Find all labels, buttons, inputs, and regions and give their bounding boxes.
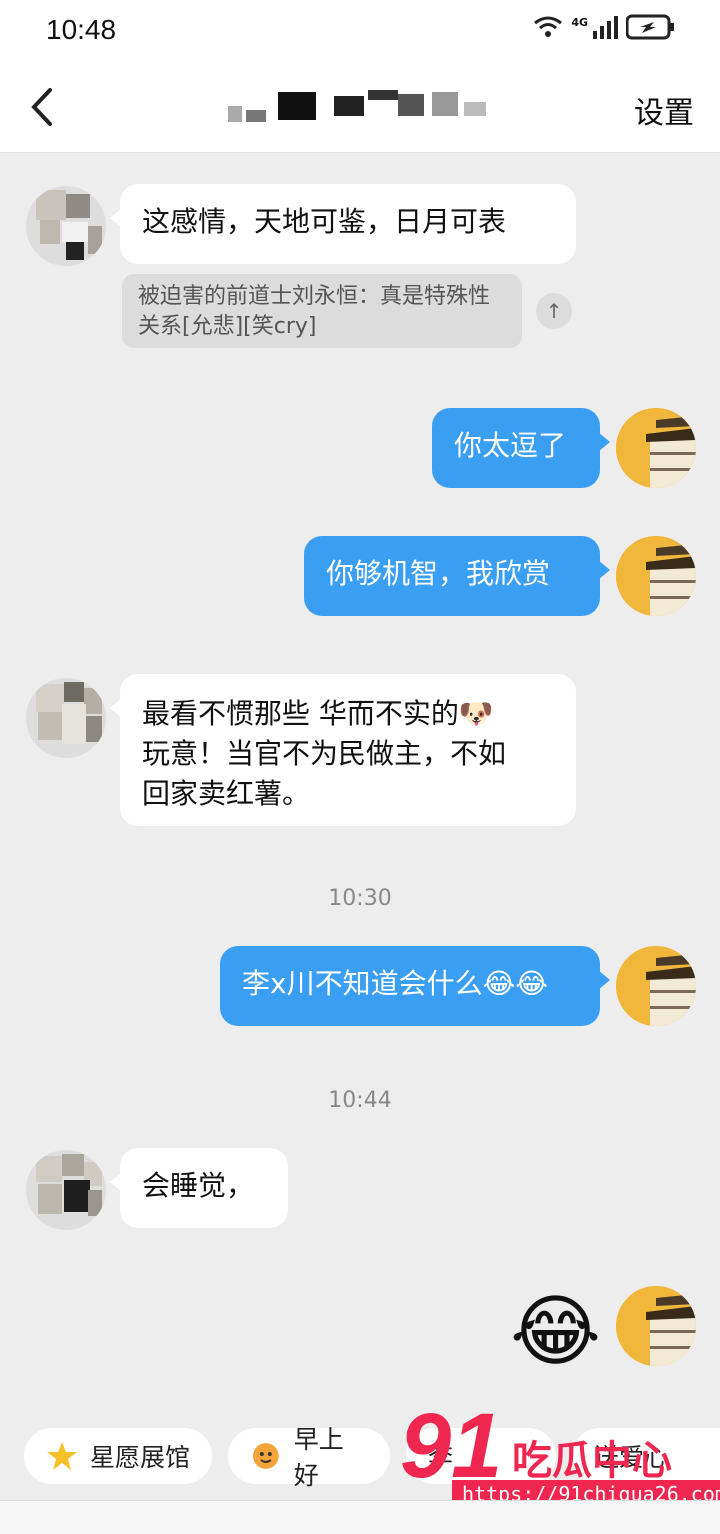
suggestion-chip[interactable]: 早上好	[228, 1425, 390, 1490]
contact-avatar[interactable]	[26, 678, 106, 758]
network-label: 4G	[571, 15, 588, 29]
suggestion-label: 星愿展馆	[90, 1443, 191, 1472]
sun-face-icon	[252, 1443, 279, 1469]
my-avatar[interactable]	[616, 946, 696, 1026]
quoted-reply[interactable]: 被迫害的前道士刘永恒：真是特殊性关系[允悲][笑cry]	[122, 274, 522, 348]
suggestion-chip[interactable]: 星愿展馆	[24, 1428, 212, 1484]
message-bubble-out[interactable]: 李x川不知道会什么😂😂	[220, 946, 610, 1026]
settings-button[interactable]: 设置	[634, 88, 694, 132]
star-icon	[47, 1442, 77, 1470]
tower-image-icon	[616, 536, 696, 616]
message-bubble-in[interactable]: 会睡觉，	[110, 1148, 288, 1228]
watermark-text: 吃瓜中心	[512, 1438, 672, 1484]
status-icons: 4G	[533, 14, 676, 40]
signal-icon	[593, 16, 618, 39]
my-avatar[interactable]	[616, 1286, 696, 1366]
my-avatar[interactable]	[616, 536, 696, 616]
battery-charging-icon	[626, 14, 674, 40]
message-bubble-in[interactable]: 最看不惯那些 华而不实的🐶 玩意！当官不为民做主，不如 回家卖红薯。	[110, 674, 576, 826]
status-bar: 10:48 4G	[0, 0, 720, 64]
wifi-icon	[534, 16, 563, 37]
tower-image-icon	[616, 946, 696, 1026]
suggestion-label: 早上好	[293, 1425, 344, 1490]
contact-avatar[interactable]	[26, 186, 106, 266]
chevron-left-icon[interactable]	[22, 82, 66, 132]
timestamp: 10:44	[328, 1088, 392, 1113]
tower-image-icon	[616, 408, 696, 488]
status-time: 10:48	[46, 14, 117, 45]
message-bubble-out[interactable]: 你够机智，我欣赏	[304, 536, 610, 616]
contact-name-mosaic	[228, 88, 493, 128]
timestamp: 10:30	[328, 886, 392, 911]
message-bubble-in[interactable]: 这感情，天地可鉴，日月可表	[110, 184, 576, 264]
input-bar[interactable]	[0, 1500, 720, 1534]
scroll-to-quote-icon[interactable]: ↑	[536, 293, 572, 329]
contact-avatar[interactable]	[26, 1150, 106, 1230]
tower-image-icon	[616, 1286, 696, 1366]
chat-header: 设置	[0, 64, 720, 153]
my-avatar[interactable]	[616, 408, 696, 488]
message-bubble-out[interactable]: 你太逗了	[432, 408, 610, 488]
large-emoji-message[interactable]: 😂	[510, 1284, 601, 1380]
watermark: 91 吃瓜中心 https://91chigua26.com	[400, 1395, 720, 1516]
